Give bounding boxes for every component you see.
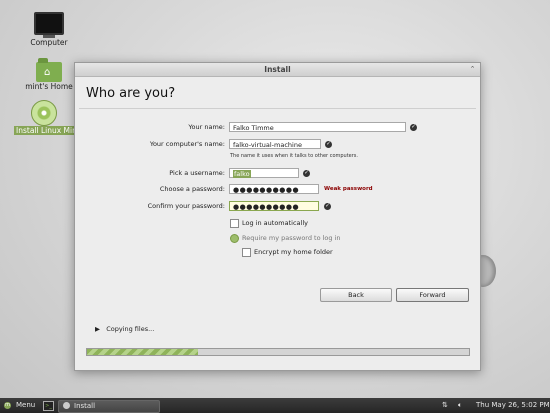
password-label: Choose a password: xyxy=(159,185,225,193)
encrypt-home-checkbox[interactable] xyxy=(242,248,251,257)
name-label: Your name: xyxy=(188,123,225,131)
username-valid-icon: ✓ xyxy=(303,170,310,177)
require-password-radio[interactable] xyxy=(230,234,239,243)
disc-icon xyxy=(63,402,70,409)
password-field[interactable]: ●●●●●●●●●● xyxy=(229,184,319,194)
home-folder-icon: ⌂ xyxy=(36,58,62,82)
encrypt-home-label[interactable]: Encrypt my home folder xyxy=(254,248,333,256)
username-value: falko xyxy=(233,170,251,178)
expander-arrow-icon: ▶ xyxy=(95,325,100,333)
name-field[interactable]: Falko Timme xyxy=(229,122,406,132)
username-field[interactable]: falko xyxy=(229,168,299,178)
menu-button[interactable]: Menu xyxy=(16,398,35,413)
confirm-password-field[interactable]: ●●●●●●●●●● xyxy=(229,201,319,211)
terminal-launcher-icon[interactable]: >_ xyxy=(43,401,54,411)
auto-login-checkbox[interactable] xyxy=(230,219,239,228)
computer-name-label: Your computer's name: xyxy=(149,140,225,148)
desktop-icon-label: Install Linux Mint xyxy=(14,126,74,135)
confirm-password-label: Confirm your password: xyxy=(147,202,225,210)
computer-name-hint: The name it uses when it talks to other … xyxy=(230,153,359,159)
network-icon[interactable]: ⇅ xyxy=(442,398,448,413)
desktop-icon-label: mint's Home xyxy=(25,82,73,91)
desktop-icon-label: Computer xyxy=(30,38,68,47)
taskbar-install-label: Install xyxy=(74,402,96,410)
desktop-icon-install[interactable]: Install Linux Mint xyxy=(14,100,74,135)
forward-button[interactable]: Forward xyxy=(396,288,469,302)
copy-status-expander[interactable]: ▶ Copying files... xyxy=(95,325,154,333)
password-strength: Weak password xyxy=(324,186,373,192)
computer-icon xyxy=(22,12,76,38)
title-bar[interactable]: Install ⌃ xyxy=(75,63,480,77)
window-title: Install xyxy=(264,65,291,74)
copy-status-text: Copying files... xyxy=(106,325,155,333)
divider xyxy=(79,108,476,109)
disc-icon xyxy=(31,100,57,126)
confirm-valid-icon: ✓ xyxy=(324,203,331,210)
require-password-label[interactable]: Require my password to log in xyxy=(242,234,341,242)
install-progress-fill xyxy=(87,349,198,355)
install-window: Install ⌃ Who are you? Your name: Falko … xyxy=(74,62,481,371)
mint-menu-icon[interactable]: m xyxy=(4,402,11,409)
install-progress-bar xyxy=(86,348,470,356)
computer-name-field[interactable]: falko-virtual-machine xyxy=(229,139,321,149)
back-button[interactable]: Back xyxy=(320,288,392,302)
desktop-icon-home[interactable]: ⌂ mint's Home xyxy=(22,58,76,91)
computer-name-valid-icon: ✓ xyxy=(325,141,332,148)
taskbar-install[interactable]: Install xyxy=(58,400,160,413)
minimize-icon[interactable]: ⌃ xyxy=(468,65,477,74)
clock[interactable]: Thu May 26, 5:02 PM xyxy=(476,398,550,413)
auto-login-label[interactable]: Log in automatically xyxy=(242,219,308,227)
page-title: Who are you? xyxy=(86,86,176,101)
desktop-icon-computer[interactable]: Computer xyxy=(22,12,76,47)
name-valid-icon: ✓ xyxy=(410,124,417,131)
username-label: Pick a username: xyxy=(169,169,225,177)
volume-icon[interactable]: 🔈︎ xyxy=(458,398,462,413)
bottom-panel: m Menu >_ Install ⇅ 🔈︎ Thu May 26, 5:02 … xyxy=(0,398,550,413)
